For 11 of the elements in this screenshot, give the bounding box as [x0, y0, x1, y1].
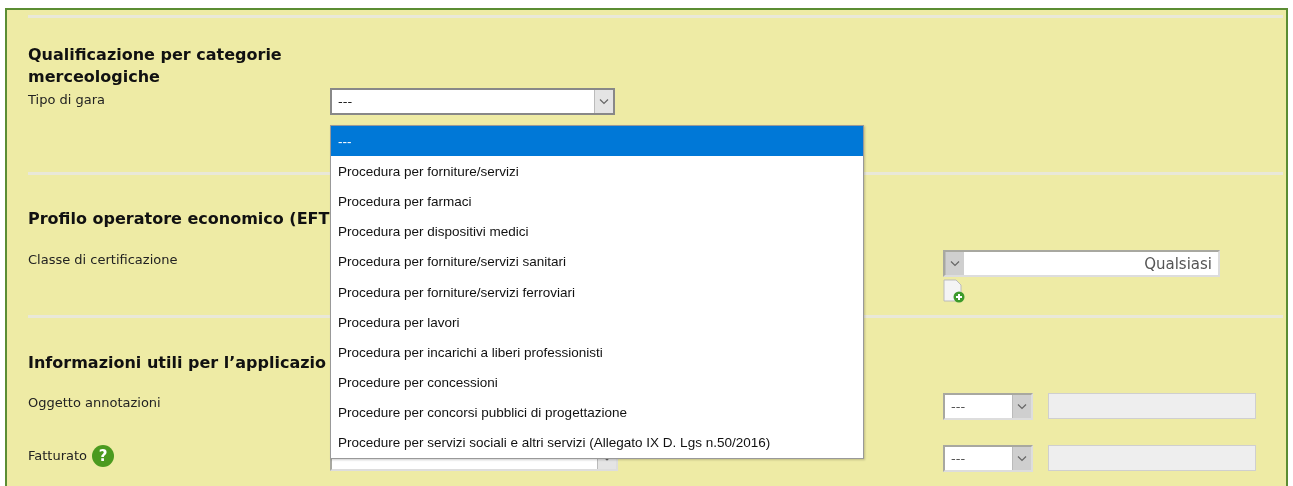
select-value: Qualsiasi — [1143, 254, 1213, 273]
field-label: Tipo di gara — [28, 91, 106, 109]
select-value: --- — [337, 94, 354, 109]
section-heading: Profilo operatore economico (EFT — [28, 208, 330, 230]
field-label: Oggetto annotazioni — [28, 394, 161, 412]
field-label: Fatturato — [28, 447, 88, 465]
field-label: Classe di certificazione — [28, 251, 178, 269]
select-value: --- — [950, 451, 967, 466]
select-value: --- — [950, 399, 967, 414]
section-heading: Informazioni utili per l’applicazio — [28, 352, 327, 374]
section-heading: Qualificazione per categorie merceologiche — [28, 44, 283, 88]
